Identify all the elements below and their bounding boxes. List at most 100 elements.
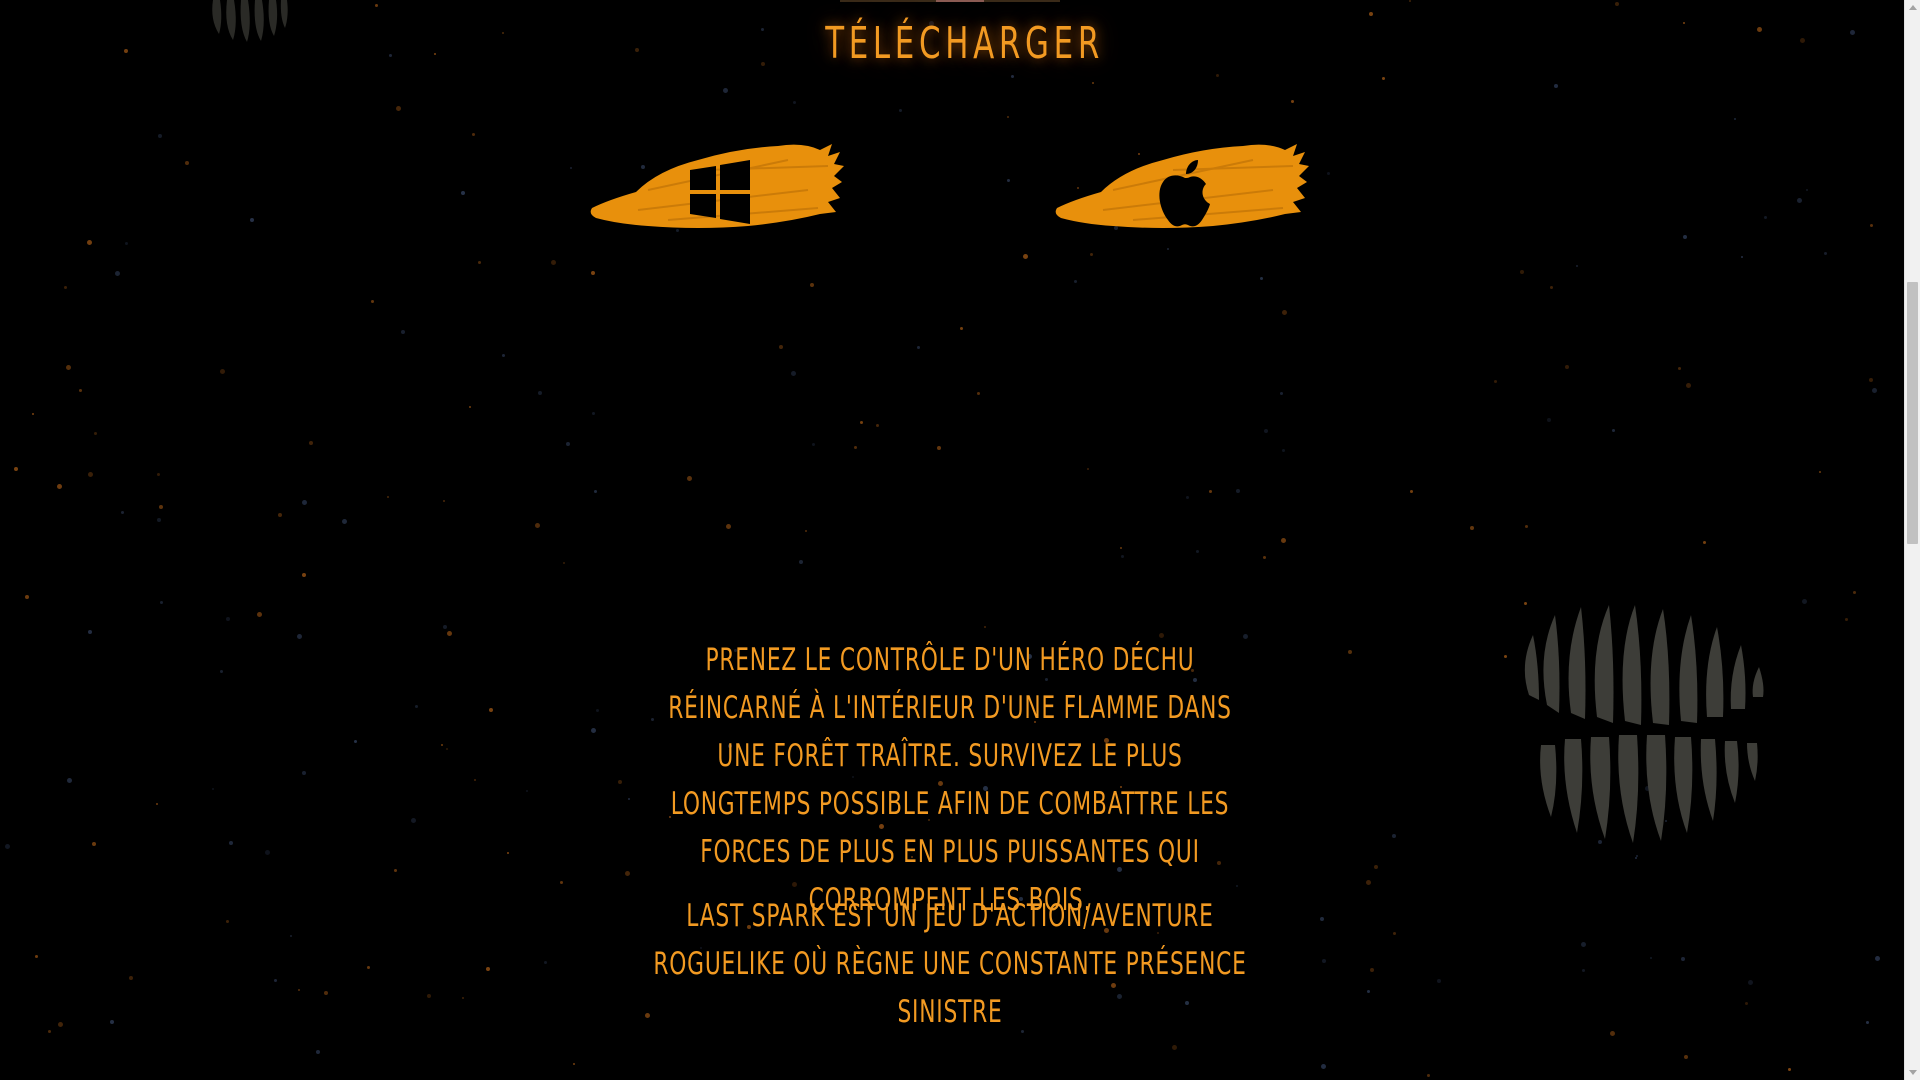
star-dust-particle [635, 48, 639, 52]
star-dust-particle [502, 354, 505, 357]
star-dust-particle [1764, 216, 1767, 219]
star-dust-particle [1800, 38, 1805, 43]
star-dust-particle [1683, 235, 1687, 239]
star-dust-particle [324, 991, 328, 995]
star-dust-particle [1023, 254, 1028, 259]
download-mac-button[interactable] [1053, 130, 1313, 240]
star-dust-particle [628, 798, 630, 800]
star-dust-particle [278, 513, 282, 517]
star-dust-particle [66, 365, 71, 370]
star-dust-particle [1853, 591, 1856, 594]
star-dust-particle [1845, 618, 1848, 621]
star-dust-particle [625, 871, 630, 876]
star-dust-particle [1635, 857, 1637, 859]
star-dust-particle [396, 106, 401, 111]
star-dust-particle [1797, 198, 1802, 203]
star-dust-particle [5, 844, 10, 849]
star-dust-particle [160, 601, 163, 604]
star-dust-particle [88, 630, 92, 634]
apple-logo-icon [1159, 160, 1210, 227]
star-dust-particle [1734, 118, 1736, 120]
star-dust-particle [1172, 1045, 1177, 1050]
star-dust-particle [79, 389, 82, 392]
star-dust-particle [472, 133, 475, 136]
star-dust-particle [1260, 277, 1263, 280]
star-dust-particle [309, 441, 313, 445]
star-dust-particle [1087, 468, 1089, 470]
star-dust-particle [371, 300, 374, 303]
star-dust-particle [462, 997, 464, 999]
star-dust-particle [220, 670, 223, 673]
star-dust-particle [274, 979, 277, 982]
star-dust-particle [937, 446, 941, 450]
star-dust-particle [566, 442, 570, 446]
star-dust-particle [298, 989, 300, 991]
star-dust-particle [226, 617, 230, 621]
download-windows-button[interactable] [588, 130, 848, 240]
star-dust-particle [1610, 1031, 1615, 1036]
star-dust-particle [257, 612, 262, 617]
star-dust-particle [115, 271, 120, 276]
star-dust-particle [984, 626, 986, 628]
star-dust-particle [1167, 248, 1169, 250]
star-dust-particle [57, 484, 62, 489]
star-dust-particle [157, 473, 160, 476]
star-dust-particle [212, 788, 214, 790]
star-dust-particle [25, 595, 29, 599]
star-dust-particle [1427, 1074, 1430, 1077]
star-dust-particle [478, 261, 481, 264]
star-dust-particle [1366, 880, 1371, 885]
star-dust-particle [1322, 959, 1326, 963]
star-dust-particle [94, 432, 97, 435]
star-dust-particle [899, 109, 902, 112]
star-dust-particle [1850, 30, 1855, 35]
star-dust-particle [1367, 990, 1370, 993]
star-dust-particle [1216, 74, 1219, 77]
scroll-down-arrow-icon[interactable] [1909, 1070, 1917, 1075]
star-dust-particle [1550, 286, 1553, 289]
star-dust-particle [110, 1020, 114, 1024]
star-dust-particle [1875, 956, 1880, 961]
download-section-header: TÉLÉCHARGER [790, 0, 1110, 95]
star-dust-particle [446, 748, 448, 750]
star-dust-particle [1683, 22, 1685, 24]
star-dust-particle [1186, 496, 1189, 499]
scroll-up-arrow-icon[interactable] [1909, 5, 1917, 10]
star-dust-particle [1872, 388, 1877, 393]
star-dust-particle [779, 345, 783, 349]
star-dust-particle [791, 371, 796, 376]
scrollbar-thumb[interactable] [1907, 282, 1918, 544]
star-dust-particle [544, 961, 547, 964]
star-dust-particle [302, 500, 307, 505]
star-dust-particle [157, 518, 161, 522]
star-dust-particle [1369, 12, 1373, 16]
star-dust-particle [290, 935, 292, 937]
star-dust-particle [570, 167, 572, 169]
star-dust-particle [876, 424, 879, 427]
star-dust-particle [411, 818, 416, 823]
star-dust-particle [1802, 599, 1807, 604]
star-dust-particle [1437, 979, 1441, 983]
star-dust-particle [1870, 224, 1873, 227]
star-dust-particle [507, 852, 509, 854]
star-dust-particle [687, 476, 692, 481]
star-dust-particle [761, 62, 765, 66]
star-dust-particle [185, 161, 189, 165]
section-title: TÉLÉCHARGER [825, 18, 1104, 69]
page-scrollbar[interactable] [1904, 0, 1920, 1080]
star-dust-particle [1576, 265, 1578, 267]
star-dust-particle [220, 369, 225, 374]
star-dust-particle [265, 850, 270, 855]
star-dust-particle [354, 740, 357, 743]
star-dust-particle [1281, 538, 1286, 543]
star-dust-particle [367, 966, 370, 969]
star-dust-particle [394, 869, 397, 872]
star-dust-particle [960, 327, 963, 330]
page-canvas: TÉLÉCHARGER PRENEZ LE CONTRÔLE D'UN HÉRO… [0, 0, 1904, 1080]
star-dust-particle [1263, 556, 1266, 559]
star-dust-particle [1209, 490, 1212, 493]
star-dust-particle [1582, 969, 1585, 972]
star-dust-particle [67, 778, 72, 783]
star-dust-particle [64, 286, 67, 289]
star-dust-particle [1348, 650, 1352, 654]
